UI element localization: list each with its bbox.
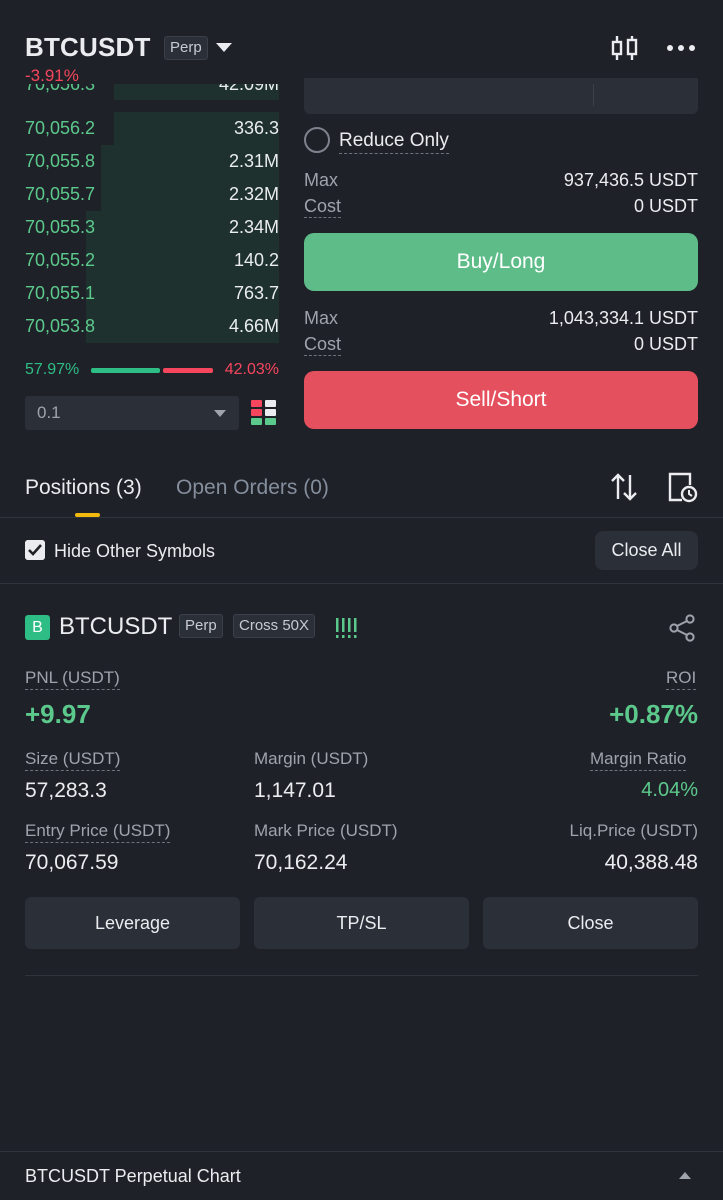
orderbook-price: 70,056.2 bbox=[25, 118, 96, 138]
sell-cost-label: Cost bbox=[304, 334, 342, 356]
liq-price-value: 40,388.48 bbox=[604, 851, 698, 874]
sell-max-value: 1,043,334.1 USDT bbox=[548, 308, 698, 328]
orderbook-price: 70,055.1 bbox=[25, 283, 96, 303]
sell-short-button[interactable]: Sell/Short bbox=[304, 371, 698, 429]
tab-open-orders[interactable]: Open Orders (0) bbox=[176, 476, 329, 500]
orderbook-row[interactable]: 70,056.2 336.3 bbox=[25, 112, 279, 145]
orderbook-qty: 42.09M bbox=[218, 84, 279, 94]
sell-cost-value: 0 USDT bbox=[633, 334, 698, 354]
orderbook-price: 70,053.8 bbox=[25, 316, 96, 336]
hide-other-symbols-checkbox[interactable] bbox=[25, 540, 45, 560]
pnl-value: +9.97 bbox=[25, 699, 91, 729]
long-side-badge: B bbox=[25, 615, 50, 640]
entry-price-label: Entry Price (USDT) bbox=[25, 821, 171, 843]
roi-label: ROI bbox=[666, 668, 697, 690]
divider bbox=[25, 975, 698, 976]
buy-cost-label: Cost bbox=[304, 196, 342, 218]
position-margin-mode-tag: Cross 50X bbox=[233, 614, 316, 638]
orderbook-qty: 2.32M bbox=[228, 184, 279, 204]
orderbook-row[interactable]: 70,055.1 763.7 bbox=[25, 277, 279, 310]
buy-long-button[interactable]: Buy/Long bbox=[304, 233, 698, 291]
orderbook-row[interactable]: 70,055.2 140.2 bbox=[25, 244, 279, 277]
orderbook-qty: 763.7 bbox=[233, 283, 279, 303]
orderbook-row[interactable]: 70,055.7 2.32M bbox=[25, 178, 279, 211]
depth-precision-value: 0.1 bbox=[37, 403, 61, 422]
orderbook-qty: 336.3 bbox=[233, 118, 279, 138]
mark-price-value: 70,162.24 bbox=[254, 851, 348, 874]
divider bbox=[0, 1151, 723, 1152]
orderbook-layout-icon[interactable] bbox=[251, 400, 277, 426]
position-perp-tag: Perp bbox=[179, 614, 223, 638]
close-all-button[interactable]: Close All bbox=[595, 531, 698, 570]
orderbook-qty: 4.66M bbox=[228, 316, 279, 336]
position-symbol[interactable]: BTCUSDT bbox=[59, 613, 172, 641]
margin-ratio-label: Margin Ratio bbox=[590, 749, 687, 771]
orderbook-row[interactable]: 70,053.8 4.66M bbox=[25, 310, 279, 343]
symbol-dropdown-icon[interactable] bbox=[216, 43, 232, 52]
orderbook-price: 70,055.8 bbox=[25, 151, 96, 171]
orderbook-price: 70,055.7 bbox=[25, 184, 96, 204]
tpsl-button[interactable]: TP/SL bbox=[254, 897, 469, 949]
order-amount-input[interactable] bbox=[304, 78, 698, 114]
share-icon[interactable] bbox=[668, 614, 696, 642]
entry-price-value: 70,067.59 bbox=[25, 851, 119, 874]
divider bbox=[0, 583, 723, 584]
symbol-title[interactable]: BTCUSDT bbox=[25, 32, 151, 63]
candlestick-icon[interactable] bbox=[610, 34, 640, 62]
leverage-bars-icon bbox=[336, 618, 357, 638]
pnl-label: PNL (USDT) bbox=[25, 668, 120, 690]
leverage-button[interactable]: Leverage bbox=[25, 897, 240, 949]
depth-precision-select[interactable]: 0.1 bbox=[25, 396, 239, 430]
orderbook-qty: 2.34M bbox=[228, 217, 279, 237]
size-value: 57,283.3 bbox=[25, 779, 107, 802]
chevron-down-icon bbox=[214, 410, 226, 417]
orderbook-price: 70,055.3 bbox=[25, 217, 96, 237]
roi-value: +0.87% bbox=[609, 699, 698, 729]
order-history-icon[interactable] bbox=[666, 471, 698, 503]
hide-other-symbols-label: Hide Other Symbols bbox=[54, 541, 216, 561]
orderbook-row[interactable]: 70,055.3 2.34M bbox=[25, 211, 279, 244]
sell-max-label: Max bbox=[304, 308, 339, 328]
reduce-only-label: Reduce Only bbox=[339, 130, 449, 154]
buy-ratio: 57.97% bbox=[25, 361, 80, 378]
liq-price-label: Liq.Price (USDT) bbox=[569, 821, 698, 840]
sell-ratio: 42.03% bbox=[224, 361, 279, 378]
margin-value: 1,147.01 bbox=[254, 779, 336, 802]
close-position-button[interactable]: Close bbox=[483, 897, 698, 949]
price-change: -3.91% bbox=[25, 66, 79, 85]
chevron-up-icon[interactable] bbox=[679, 1172, 691, 1179]
sort-icon[interactable] bbox=[609, 471, 639, 503]
reduce-only-radio[interactable] bbox=[304, 127, 330, 153]
tab-positions[interactable]: Positions (3) bbox=[25, 476, 142, 500]
orderbook-price: 70,055.2 bbox=[25, 250, 96, 270]
orderbook-price: 70,056.3 bbox=[25, 84, 96, 94]
buy-max-value: 937,436.5 USDT bbox=[563, 170, 698, 190]
orderbook-qty: 140.2 bbox=[233, 250, 279, 270]
perp-tag: Perp bbox=[164, 36, 208, 60]
orderbook-row-partial[interactable]: 70,056.3 42.09M bbox=[25, 84, 279, 100]
perpetual-chart-toggle[interactable]: BTCUSDT Perpetual Chart bbox=[25, 1166, 241, 1187]
divider bbox=[0, 517, 723, 518]
more-icon[interactable] bbox=[666, 37, 696, 59]
orderbook-qty: 2.31M bbox=[228, 151, 279, 171]
buy-cost-value: 0 USDT bbox=[633, 196, 698, 216]
buy-max-label: Max bbox=[304, 170, 339, 190]
size-label: Size (USDT) bbox=[25, 749, 121, 771]
sell-ratio-bar bbox=[163, 368, 213, 373]
buy-ratio-bar bbox=[91, 368, 160, 373]
margin-ratio-value: 4.04% bbox=[641, 779, 698, 801]
mark-price-label: Mark Price (USDT) bbox=[254, 821, 398, 840]
margin-label: Margin (USDT) bbox=[254, 749, 369, 768]
orderbook-row[interactable]: 70,055.8 2.31M bbox=[25, 145, 279, 178]
